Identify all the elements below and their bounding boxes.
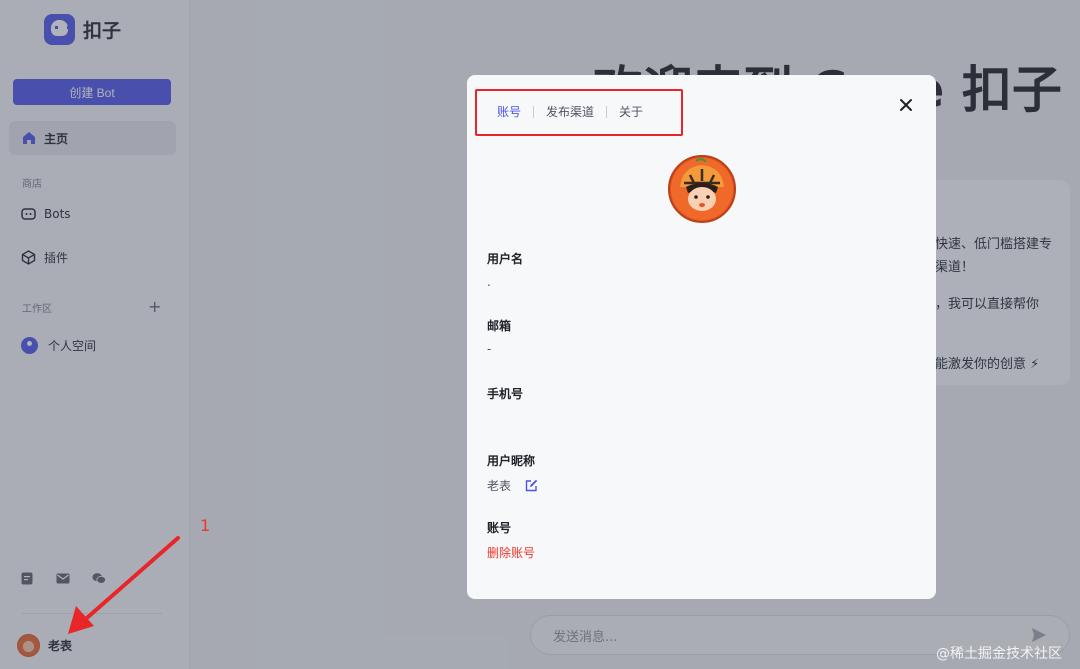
nickname-value-row: 老表 xyxy=(487,477,538,494)
edit-icon[interactable] xyxy=(525,479,538,492)
tab-account[interactable]: 账号 xyxy=(497,103,521,120)
annotation-arrow-icon xyxy=(68,536,180,634)
account-label: 账号 xyxy=(487,521,512,535)
close-icon[interactable] xyxy=(898,97,914,113)
nickname-value: 老表 xyxy=(487,479,512,493)
tab-publish-channels[interactable]: 发布渠道 xyxy=(546,103,594,120)
account-settings-modal: 账号 发布渠道 关于 用户名 . 邮箱 - 手机号 用户昵称 老表 账号 删除账 xyxy=(467,75,936,599)
delete-account-link[interactable]: 删除账号 xyxy=(487,544,535,561)
watermark: @稀土掘金技术社区 xyxy=(936,646,1062,662)
email-label: 邮箱 xyxy=(487,319,512,333)
username-value: . xyxy=(487,275,491,289)
tiger-avatar-icon xyxy=(671,158,733,220)
phone-label: 手机号 xyxy=(487,387,524,401)
profile-avatar[interactable] xyxy=(668,155,736,223)
tab-about[interactable]: 关于 xyxy=(619,103,643,120)
tab-divider xyxy=(606,105,608,118)
modal-tabs: 账号 发布渠道 关于 xyxy=(497,103,643,120)
tab-divider xyxy=(533,105,535,118)
email-value: - xyxy=(487,342,492,356)
nickname-label: 用户昵称 xyxy=(487,454,536,468)
username-label: 用户名 xyxy=(487,252,524,266)
annotation-number: 1 xyxy=(200,516,211,535)
